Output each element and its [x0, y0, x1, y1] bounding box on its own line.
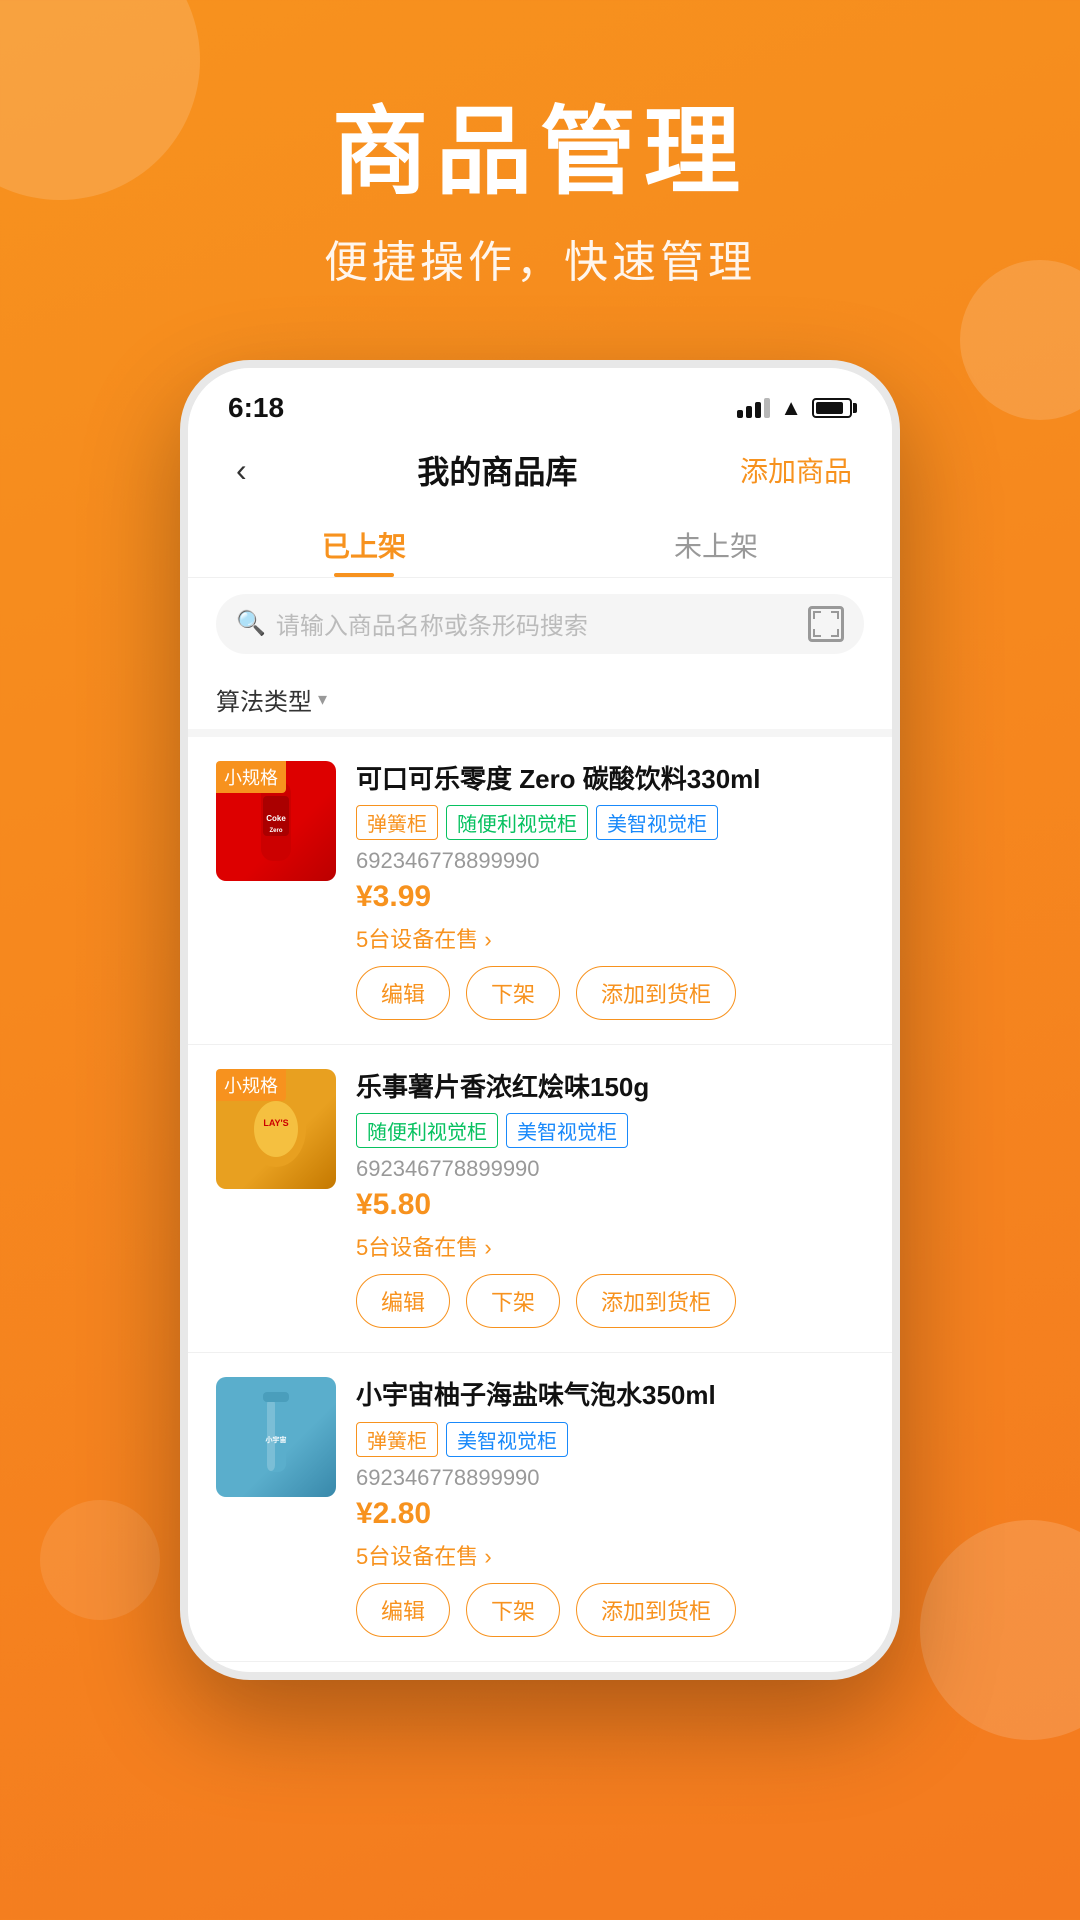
- product-info: 可口可乐零度 Zero 碳酸饮料330ml 弹簧柜 随便利视觉柜 美智视觉柜 6…: [356, 761, 864, 1020]
- status-time: 6:18: [228, 392, 284, 424]
- product-tag: 随便利视觉柜: [356, 1113, 498, 1148]
- search-area: 🔍 请输入商品名称或条形码搜索: [188, 578, 892, 670]
- product-image-wrap: 小宇宙: [216, 1377, 336, 1636]
- product-tag: 美智视觉柜: [506, 1113, 628, 1148]
- product-item: 味全 味全每日C100%鲜果汁330ml 弹簧柜 随便利视觉柜 美智视觉柜: [188, 1662, 892, 1672]
- product-badge: 小规格: [216, 761, 286, 793]
- product-info: 乐事薯片香浓红烩味150g 随便利视觉柜 美智视觉柜 6923467788999…: [356, 1069, 864, 1328]
- tab-listed[interactable]: 已上架: [188, 509, 540, 577]
- hero-subtitle: 便捷操作，快速管理: [0, 226, 1080, 290]
- filter-bar[interactable]: 算法类型 ▾: [188, 670, 892, 737]
- svg-text:Coke: Coke: [266, 814, 286, 823]
- product-badge: 小规格: [216, 1069, 286, 1101]
- product-tag: 弹簧柜: [356, 1422, 438, 1457]
- battery-icon: [812, 398, 852, 418]
- status-icons: ▲: [737, 395, 852, 421]
- product-tag: 美智视觉柜: [596, 805, 718, 840]
- add-to-cabinet-button[interactable]: 添加到货柜: [576, 1583, 736, 1637]
- filter-label: 算法类型: [216, 682, 312, 717]
- product-item: Coke Zero 小规格 可口可乐零度 Zero 碳酸饮料330ml 弹簧柜 …: [188, 737, 892, 1045]
- product-tags: 弹簧柜 随便利视觉柜 美智视觉柜: [356, 805, 864, 840]
- signal-icon: [737, 398, 770, 418]
- nav-bar: ‹ 我的商品库 添加商品: [188, 432, 892, 509]
- phone-inner: 6:18 ▲ ‹ 我的商品库 添加: [188, 368, 892, 1672]
- add-to-cabinet-button[interactable]: 添加到货柜: [576, 1274, 736, 1328]
- product-barcode: 692346778899990: [356, 848, 864, 874]
- page-title: 我的商品库: [417, 447, 577, 493]
- product-tag: 美智视觉柜: [446, 1422, 568, 1457]
- svg-text:Zero: Zero: [269, 828, 282, 834]
- wifi-icon: ▲: [780, 395, 802, 421]
- product-image-wrap: LAY'S 小规格: [216, 1069, 336, 1328]
- product-tags: 随便利视觉柜 美智视觉柜: [356, 1113, 864, 1148]
- product-image: 小宇宙: [216, 1377, 336, 1497]
- bg-circle-bottomleft: [40, 1500, 160, 1620]
- product-actions: 编辑 下架 添加到货柜: [356, 1583, 864, 1637]
- add-product-button[interactable]: 添加商品: [740, 450, 852, 490]
- product-info: 小宇宙柚子海盐味气泡水350ml 弹簧柜 美智视觉柜 6923467788999…: [356, 1377, 864, 1636]
- product-barcode: 692346778899990: [356, 1465, 864, 1491]
- product-devices[interactable]: 5台设备在售 ›: [356, 1539, 864, 1571]
- product-tag: 弹簧柜: [356, 805, 438, 840]
- product-item: 小宇宙 小宇宙柚子海盐味气泡水350ml 弹簧柜 美智视觉柜 692346778…: [188, 1353, 892, 1661]
- search-icon: 🔍: [236, 609, 266, 638]
- svg-text:小宇宙: 小宇宙: [265, 1435, 287, 1444]
- product-price: ¥3.99: [356, 880, 864, 914]
- product-row: Coke Zero 小规格 可口可乐零度 Zero 碳酸饮料330ml 弹簧柜 …: [216, 761, 864, 1020]
- search-input[interactable]: 请输入商品名称或条形码搜索: [276, 606, 798, 641]
- product-tags: 弹簧柜 美智视觉柜: [356, 1422, 864, 1457]
- filter-arrow-icon: ▾: [318, 689, 327, 710]
- product-devices[interactable]: 5台设备在售 ›: [356, 922, 864, 954]
- product-name: 可口可乐零度 Zero 碳酸饮料330ml: [356, 761, 864, 797]
- phone-wrapper: 6:18 ▲ ‹ 我的商品库 添加: [0, 360, 1080, 1680]
- product-row: 小宇宙 小宇宙柚子海盐味气泡水350ml 弹簧柜 美智视觉柜 692346778…: [216, 1377, 864, 1636]
- tab-unlisted[interactable]: 未上架: [540, 509, 892, 577]
- status-bar: 6:18 ▲: [188, 368, 892, 432]
- phone-mockup: 6:18 ▲ ‹ 我的商品库 添加: [180, 360, 900, 1680]
- product-devices[interactable]: 5台设备在售 ›: [356, 1230, 864, 1262]
- battery-fill: [816, 402, 843, 414]
- product-list: Coke Zero 小规格 可口可乐零度 Zero 碳酸饮料330ml 弹簧柜 …: [188, 737, 892, 1672]
- add-to-cabinet-button[interactable]: 添加到货柜: [576, 966, 736, 1020]
- tabs: 已上架 未上架: [188, 509, 892, 578]
- product-name: 小宇宙柚子海盐味气泡水350ml: [356, 1377, 864, 1413]
- product-price: ¥5.80: [356, 1188, 864, 1222]
- delist-button[interactable]: 下架: [466, 966, 560, 1020]
- scan-icon[interactable]: [808, 606, 844, 642]
- edit-button[interactable]: 编辑: [356, 1274, 450, 1328]
- search-bar: 🔍 请输入商品名称或条形码搜索: [216, 594, 864, 654]
- product-item: LAY'S 小规格 乐事薯片香浓红烩味150g 随便利视觉柜 美智视觉柜 6: [188, 1045, 892, 1353]
- delist-button[interactable]: 下架: [466, 1583, 560, 1637]
- product-actions: 编辑 下架 添加到货柜: [356, 966, 864, 1020]
- product-actions: 编辑 下架 添加到货柜: [356, 1274, 864, 1328]
- svg-text:LAY'S: LAY'S: [263, 1118, 288, 1128]
- edit-button[interactable]: 编辑: [356, 966, 450, 1020]
- product-name: 乐事薯片香浓红烩味150g: [356, 1069, 864, 1105]
- edit-button[interactable]: 编辑: [356, 1583, 450, 1637]
- product-row: LAY'S 小规格 乐事薯片香浓红烩味150g 随便利视觉柜 美智视觉柜 6: [216, 1069, 864, 1328]
- delist-button[interactable]: 下架: [466, 1274, 560, 1328]
- product-tag: 随便利视觉柜: [446, 805, 588, 840]
- product-price: ¥2.80: [356, 1497, 864, 1531]
- product-barcode: 692346778899990: [356, 1156, 864, 1182]
- product-image-wrap: Coke Zero 小规格: [216, 761, 336, 1020]
- back-button[interactable]: ‹: [228, 444, 255, 497]
